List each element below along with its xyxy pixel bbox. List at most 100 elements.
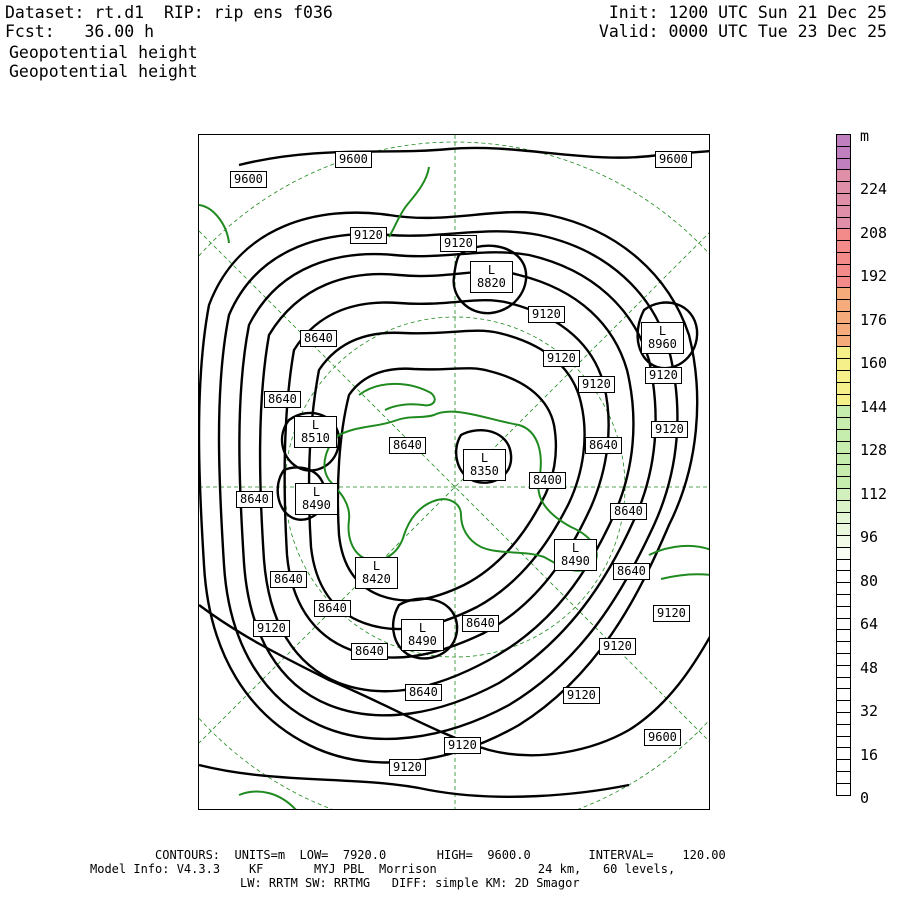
footer-info: CONTOURS: UNITS=m LOW= 7920.0 HIGH= 9600…	[0, 848, 900, 904]
header-left: Dataset: rt.d1 RIP: rip ens f036 Fcst: 3…	[5, 3, 333, 41]
contour-label: 9120	[444, 737, 481, 754]
contour-label: 9600	[335, 151, 372, 168]
coast-africa	[648, 544, 709, 580]
contour-label: 9120	[253, 620, 290, 637]
colorbar-swatch	[836, 146, 851, 159]
colorbar-swatch	[836, 595, 851, 607]
footer-model-info-line: Model Info: V4.3.3 KF MYJ PBL Morrison 2…	[90, 862, 676, 876]
colorbar-swatch	[836, 772, 851, 784]
contour-outer-2	[217, 230, 679, 741]
low-center: L 8960	[641, 322, 684, 354]
colorbar-tick-label: 16	[860, 745, 879, 764]
colorbar-tick-label: 64	[860, 615, 879, 633]
coast-new-zealand	[388, 166, 430, 238]
colorbar-swatch	[836, 583, 851, 596]
low-center: L 8510	[294, 416, 337, 448]
colorbar-swatch	[836, 300, 851, 312]
low-center: L 8490	[295, 483, 338, 515]
contour-label: 8640	[405, 684, 442, 701]
colorbar-swatch	[836, 571, 851, 584]
colorbar-tick-label: 32	[860, 702, 879, 720]
colorbar-swatch	[836, 453, 851, 466]
colorbar-swatch	[836, 654, 851, 666]
colorbar-swatch	[836, 288, 851, 301]
colorbar-swatch	[836, 359, 851, 371]
field-title-1: Geopotential height	[9, 43, 198, 62]
colorbar-swatch	[836, 252, 851, 265]
contour-label: 8640	[462, 615, 499, 632]
colorbar-swatch	[836, 547, 851, 560]
low-center: L 8490	[401, 619, 444, 651]
contour-label: 9600	[230, 171, 267, 188]
colorbar-swatch	[836, 689, 851, 702]
contour-label: 9120	[350, 227, 387, 244]
colorbar-unit: m	[860, 127, 870, 145]
contour-label: 9600	[655, 151, 692, 168]
colorbar-swatch	[836, 394, 851, 407]
colorbar-swatch	[836, 323, 851, 336]
colorbar-swatch	[836, 347, 851, 360]
colorbar-swatch	[836, 465, 851, 478]
colorbar-tick-label: 0	[860, 789, 870, 807]
colorbar-swatch	[836, 158, 851, 171]
colorbar-swatch	[836, 606, 851, 619]
map-panel: 9600 9600 9600 9600 9120 9120 9120 9120 …	[198, 134, 710, 810]
colorbar-swatch	[836, 724, 851, 737]
contour-label: 8640	[389, 437, 426, 454]
valid-line: Valid: 0000 UTC Tue 23 Dec 25	[598, 22, 887, 41]
colorbar-swatch	[836, 524, 851, 537]
colorbar-tick-label: 128	[860, 441, 888, 459]
coast-bottom-left	[238, 790, 297, 809]
colorbar-swatch	[836, 418, 851, 430]
colorbar-swatch	[836, 701, 851, 714]
colorbar-swatch	[836, 182, 851, 194]
colorbar-swatch	[836, 170, 851, 183]
colorbar-swatch	[836, 429, 851, 442]
colorbar-tick-label: 192	[860, 267, 888, 285]
colorbar-tick-label: 208	[860, 223, 888, 242]
colorbar-tick-label: 96	[860, 528, 879, 546]
colorbar-swatch	[836, 500, 851, 513]
contour-label: 8640	[351, 643, 388, 660]
contour-label: 8640	[264, 391, 301, 408]
colorbar-swatch	[836, 677, 851, 690]
header-right: Init: 1200 UTC Sun 21 Dec 25 Valid: 0000…	[599, 3, 887, 41]
contour-label: 9120	[389, 759, 426, 776]
colorbar-swatch	[836, 406, 851, 419]
contour-label: 8640	[300, 330, 337, 347]
dataset-line: Dataset: rt.d1 RIP: rip ens f036	[5, 3, 333, 22]
colorbar-tick-label: 112	[860, 484, 888, 503]
contour-label: 8640	[236, 491, 273, 508]
footer-physics-line: LW: RRTM SW: RRTMG DIFF: simple KM: 2D S…	[240, 876, 580, 890]
footer-contours-line: CONTOURS: UNITS=m LOW= 7920.0 HIGH= 9600…	[155, 848, 726, 862]
coast-south-america-tip	[358, 382, 436, 411]
field-title-2: Geopotential height	[9, 62, 198, 81]
colorbar-swatch	[836, 441, 851, 454]
colorbar-swatch	[836, 512, 851, 525]
low-center: L 8420	[355, 557, 398, 589]
colorbar-swatch	[836, 536, 851, 548]
contour-label: 8640	[270, 571, 307, 588]
colorbar-swatch	[836, 335, 851, 348]
colorbar-swatch	[836, 241, 851, 253]
colorbar-swatch	[836, 311, 851, 324]
colorbar-swatch	[836, 665, 851, 678]
colorbar-swatch	[836, 276, 851, 289]
contour-label: 8640	[314, 600, 351, 617]
contour-label: 9600	[644, 729, 681, 746]
colorbar-tick-label: 48	[860, 658, 879, 677]
colorbar-swatch	[836, 217, 851, 230]
colorbar-tick-label: 224	[860, 180, 888, 198]
colorbar-tick-label: 144	[860, 397, 888, 416]
init-line: Init: 1200 UTC Sun 21 Dec 25	[608, 3, 887, 22]
contour-label: 8400	[529, 472, 566, 489]
colorbar-swatch	[836, 488, 851, 501]
colorbar-swatch	[836, 205, 851, 218]
contour-label: 8640	[585, 437, 622, 454]
colorbar-swatch	[836, 748, 851, 761]
contour-label: 9120	[528, 306, 565, 323]
colorbar	[836, 134, 851, 796]
colorbar-tick-label: 80	[860, 571, 879, 590]
colorbar-swatch	[836, 264, 851, 277]
contour-label: 8640	[613, 563, 650, 580]
